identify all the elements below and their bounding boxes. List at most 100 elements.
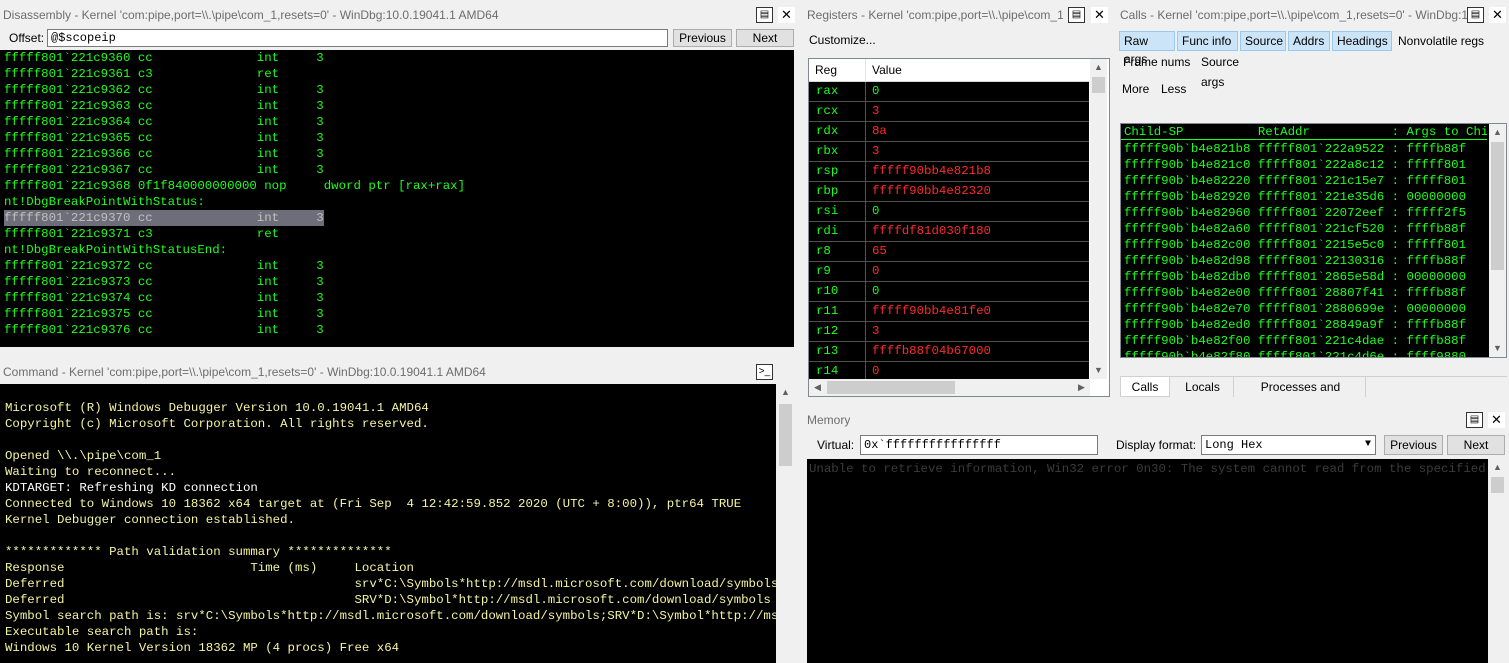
tab-processes-and-threads[interactable]: Processes and Threads bbox=[1236, 377, 1366, 402]
disasm-line[interactable]: fffff801`221c9367 cc int 3 bbox=[4, 162, 790, 178]
disasm-next-button[interactable]: Next bbox=[736, 29, 794, 47]
disasm-line[interactable]: fffff801`221c9374 cc int 3 bbox=[4, 290, 790, 306]
callstack-row[interactable]: fffff90b`b4e82e70 fffff801`2880699e : 00… bbox=[1124, 301, 1487, 317]
register-value[interactable]: fffff90bb4e821b8 bbox=[866, 162, 1089, 182]
calls-toggle-func-info[interactable]: Func info bbox=[1177, 31, 1238, 51]
disasm-previous-button[interactable]: Previous bbox=[673, 29, 732, 47]
register-row[interactable]: r10 0 bbox=[809, 282, 1089, 302]
registers-titlebar[interactable]: Registers - Kernel 'com:pipe,port=\\.\pi… bbox=[804, 5, 1112, 25]
callstack-row[interactable]: fffff90b`b4e82d98 fffff801`22130316 : ff… bbox=[1124, 253, 1487, 269]
scroll-up-icon[interactable]: ▲ bbox=[1489, 124, 1506, 141]
scroll-thumb[interactable] bbox=[1491, 477, 1504, 493]
disassembly-listing[interactable]: fffff801`221c9360 cc int 3 fffff801`221c9… bbox=[0, 50, 794, 347]
offset-input[interactable]: @$scopeip bbox=[47, 29, 668, 47]
disasm-line[interactable]: nt!DbgBreakPointWithStatus: bbox=[4, 194, 790, 210]
window-menu-icon[interactable]: ▤ bbox=[756, 7, 773, 23]
disasm-line[interactable]: fffff801`221c9362 cc int 3 bbox=[4, 82, 790, 98]
register-value[interactable]: ffffb88f04b67000 bbox=[866, 342, 1089, 362]
scroll-left-icon[interactable]: ◀ bbox=[809, 379, 826, 396]
window-menu-icon[interactable]: ▤ bbox=[1466, 412, 1483, 428]
disasm-line[interactable]: fffff801`221c9368 0f1f840000000000 nop d… bbox=[4, 178, 790, 194]
callstack-row[interactable]: fffff90b`b4e82960 fffff801`22072eef : ff… bbox=[1124, 205, 1487, 221]
register-row[interactable]: r12 3 bbox=[809, 322, 1089, 342]
calls-vscroll[interactable]: ▲ ▼ bbox=[1489, 124, 1506, 357]
calls-toggle-raw-args[interactable]: Raw args bbox=[1119, 31, 1175, 66]
register-row[interactable]: rsp fffff90bb4e821b8 bbox=[809, 162, 1089, 182]
register-row[interactable]: rbx 3 bbox=[809, 142, 1089, 162]
scroll-up-icon[interactable]: ▲ bbox=[777, 384, 794, 401]
disasm-line[interactable]: fffff801`221c9361 c3 ret bbox=[4, 66, 790, 82]
value-column-header[interactable]: Value bbox=[866, 59, 1089, 82]
command-titlebar[interactable]: Command - Kernel 'com:pipe,port=\\.\pipe… bbox=[0, 362, 800, 382]
scroll-up-icon[interactable]: ▲ bbox=[1489, 459, 1506, 476]
register-row[interactable]: rcx 3 bbox=[809, 102, 1089, 122]
register-row[interactable]: rdi ffffdf81d030f180 bbox=[809, 222, 1089, 242]
register-value[interactable]: 65 bbox=[866, 242, 1089, 262]
callstack-row[interactable]: fffff90b`b4e82920 fffff801`221e35d6 : 00… bbox=[1124, 189, 1487, 205]
disasm-line[interactable]: fffff801`221c9373 cc int 3 bbox=[4, 274, 790, 290]
register-value[interactable]: 3 bbox=[866, 322, 1089, 342]
memory-titlebar[interactable]: Memory bbox=[804, 410, 1509, 430]
disasm-line[interactable]: fffff801`221c9371 c3 ret bbox=[4, 226, 790, 242]
scroll-up-icon[interactable]: ▲ bbox=[1090, 59, 1107, 76]
scroll-down-icon[interactable]: ▼ bbox=[1489, 340, 1506, 357]
window-menu-icon[interactable]: ▤ bbox=[1068, 7, 1085, 23]
callstack-row[interactable]: fffff90b`b4e821b8 fffff801`222a9522 : ff… bbox=[1124, 141, 1487, 157]
memory-next-button[interactable]: Next bbox=[1447, 435, 1505, 455]
disasm-line[interactable]: nt!DbgBreakPointWithStatusEnd: bbox=[4, 242, 790, 258]
disasm-line[interactable]: fffff801`221c9372 cc int 3 bbox=[4, 258, 790, 274]
reg-column-header[interactable]: Reg bbox=[809, 59, 866, 82]
callstack-row[interactable]: fffff90b`b4e82a60 fffff801`221cf520 : ff… bbox=[1124, 221, 1487, 237]
register-value[interactable]: 0 bbox=[866, 282, 1089, 302]
memory-view[interactable]: Unable to retrieve information, Win32 er… bbox=[807, 459, 1488, 663]
calls-toggle-addrs[interactable]: Addrs bbox=[1288, 31, 1330, 51]
calls-toggle-source[interactable]: Source bbox=[1240, 31, 1286, 51]
disasm-line[interactable]: fffff801`221c9375 cc int 3 bbox=[4, 306, 790, 322]
tab-locals[interactable]: Locals bbox=[1172, 377, 1234, 397]
callstack-row[interactable]: fffff90b`b4e82f00 fffff801`221c4dae : ff… bbox=[1124, 333, 1487, 349]
callstack-row[interactable]: fffff90b`b4e82e00 fffff801`28807f41 : ff… bbox=[1124, 285, 1487, 301]
register-value[interactable]: 3 bbox=[866, 142, 1089, 162]
register-value[interactable]: 3 bbox=[866, 102, 1089, 122]
disasm-line[interactable]: fffff801`221c9376 cc int 3 bbox=[4, 322, 790, 338]
less-button[interactable]: Less bbox=[1161, 81, 1186, 97]
tab-calls[interactable]: Calls bbox=[1120, 377, 1170, 397]
register-row[interactable]: rsi 0 bbox=[809, 202, 1089, 222]
register-value[interactable]: ffffdf81d030f180 bbox=[866, 222, 1089, 242]
disasm-line[interactable]: fffff801`221c9364 cc int 3 bbox=[4, 114, 790, 130]
command-output[interactable]: Microsoft (R) Windows Debugger Version 1… bbox=[0, 384, 776, 663]
customize-button[interactable]: Customize... bbox=[809, 32, 876, 48]
calls-toggle-headings[interactable]: Headings bbox=[1332, 31, 1392, 51]
calls-titlebar[interactable]: Calls - Kernel 'com:pipe,port=\\.\pipe\c… bbox=[1117, 5, 1509, 25]
callstack-row[interactable]: fffff90b`b4e82db0 fffff801`2865e58d : 00… bbox=[1124, 269, 1487, 285]
virtual-address-input[interactable]: 0x`ffffffffffffffff bbox=[860, 435, 1098, 455]
disasm-current-line[interactable]: fffff801`221c9370 cc int 3 bbox=[4, 210, 324, 226]
register-row[interactable]: r11 fffff90bb4e81fe0 bbox=[809, 302, 1089, 322]
disasm-line[interactable]: fffff801`221c9360 cc int 3 bbox=[4, 50, 790, 66]
scroll-right-icon[interactable]: ▶ bbox=[1073, 379, 1090, 396]
close-icon[interactable]: ✕ bbox=[1489, 7, 1506, 23]
register-value[interactable]: fffff90bb4e81fe0 bbox=[866, 302, 1089, 322]
registers-vscroll[interactable]: ▲ ▼ bbox=[1090, 59, 1107, 379]
memory-vscroll[interactable]: ▲ bbox=[1489, 459, 1506, 663]
register-value[interactable]: 0 bbox=[866, 82, 1089, 102]
register-row[interactable]: rdx 8a bbox=[809, 122, 1089, 142]
window-menu-icon[interactable]: ▤ bbox=[1467, 7, 1484, 23]
callstack-row[interactable]: fffff90b`b4e82f80 fffff801`221c4d6e : ff… bbox=[1124, 349, 1487, 357]
register-row[interactable]: r8 65 bbox=[809, 242, 1089, 262]
calls-toggle-nonvolatile-regs[interactable]: Nonvolatile regs bbox=[1394, 31, 1498, 51]
register-row[interactable]: r9 0 bbox=[809, 262, 1089, 282]
calls-toggle-source-args[interactable]: Source args bbox=[1197, 52, 1267, 89]
register-value[interactable]: 0 bbox=[866, 262, 1089, 282]
callstack-row[interactable]: fffff90b`b4e82ed0 fffff801`28849a9f : ff… bbox=[1124, 317, 1487, 333]
scroll-thumb[interactable] bbox=[827, 381, 955, 394]
command-prompt-icon[interactable]: >_ bbox=[756, 364, 773, 380]
calls-toggle-frame-nums[interactable]: Frame nums bbox=[1119, 52, 1195, 72]
command-vscroll[interactable]: ▲ bbox=[777, 384, 794, 663]
close-icon[interactable]: ✕ bbox=[778, 7, 795, 23]
close-icon[interactable]: ✕ bbox=[1091, 7, 1108, 23]
close-icon[interactable]: ✕ bbox=[1488, 412, 1505, 428]
registers-hscroll[interactable]: ◀ ▶ bbox=[809, 379, 1090, 396]
register-row[interactable]: rax 0 bbox=[809, 82, 1089, 102]
scroll-thumb[interactable] bbox=[779, 404, 792, 466]
